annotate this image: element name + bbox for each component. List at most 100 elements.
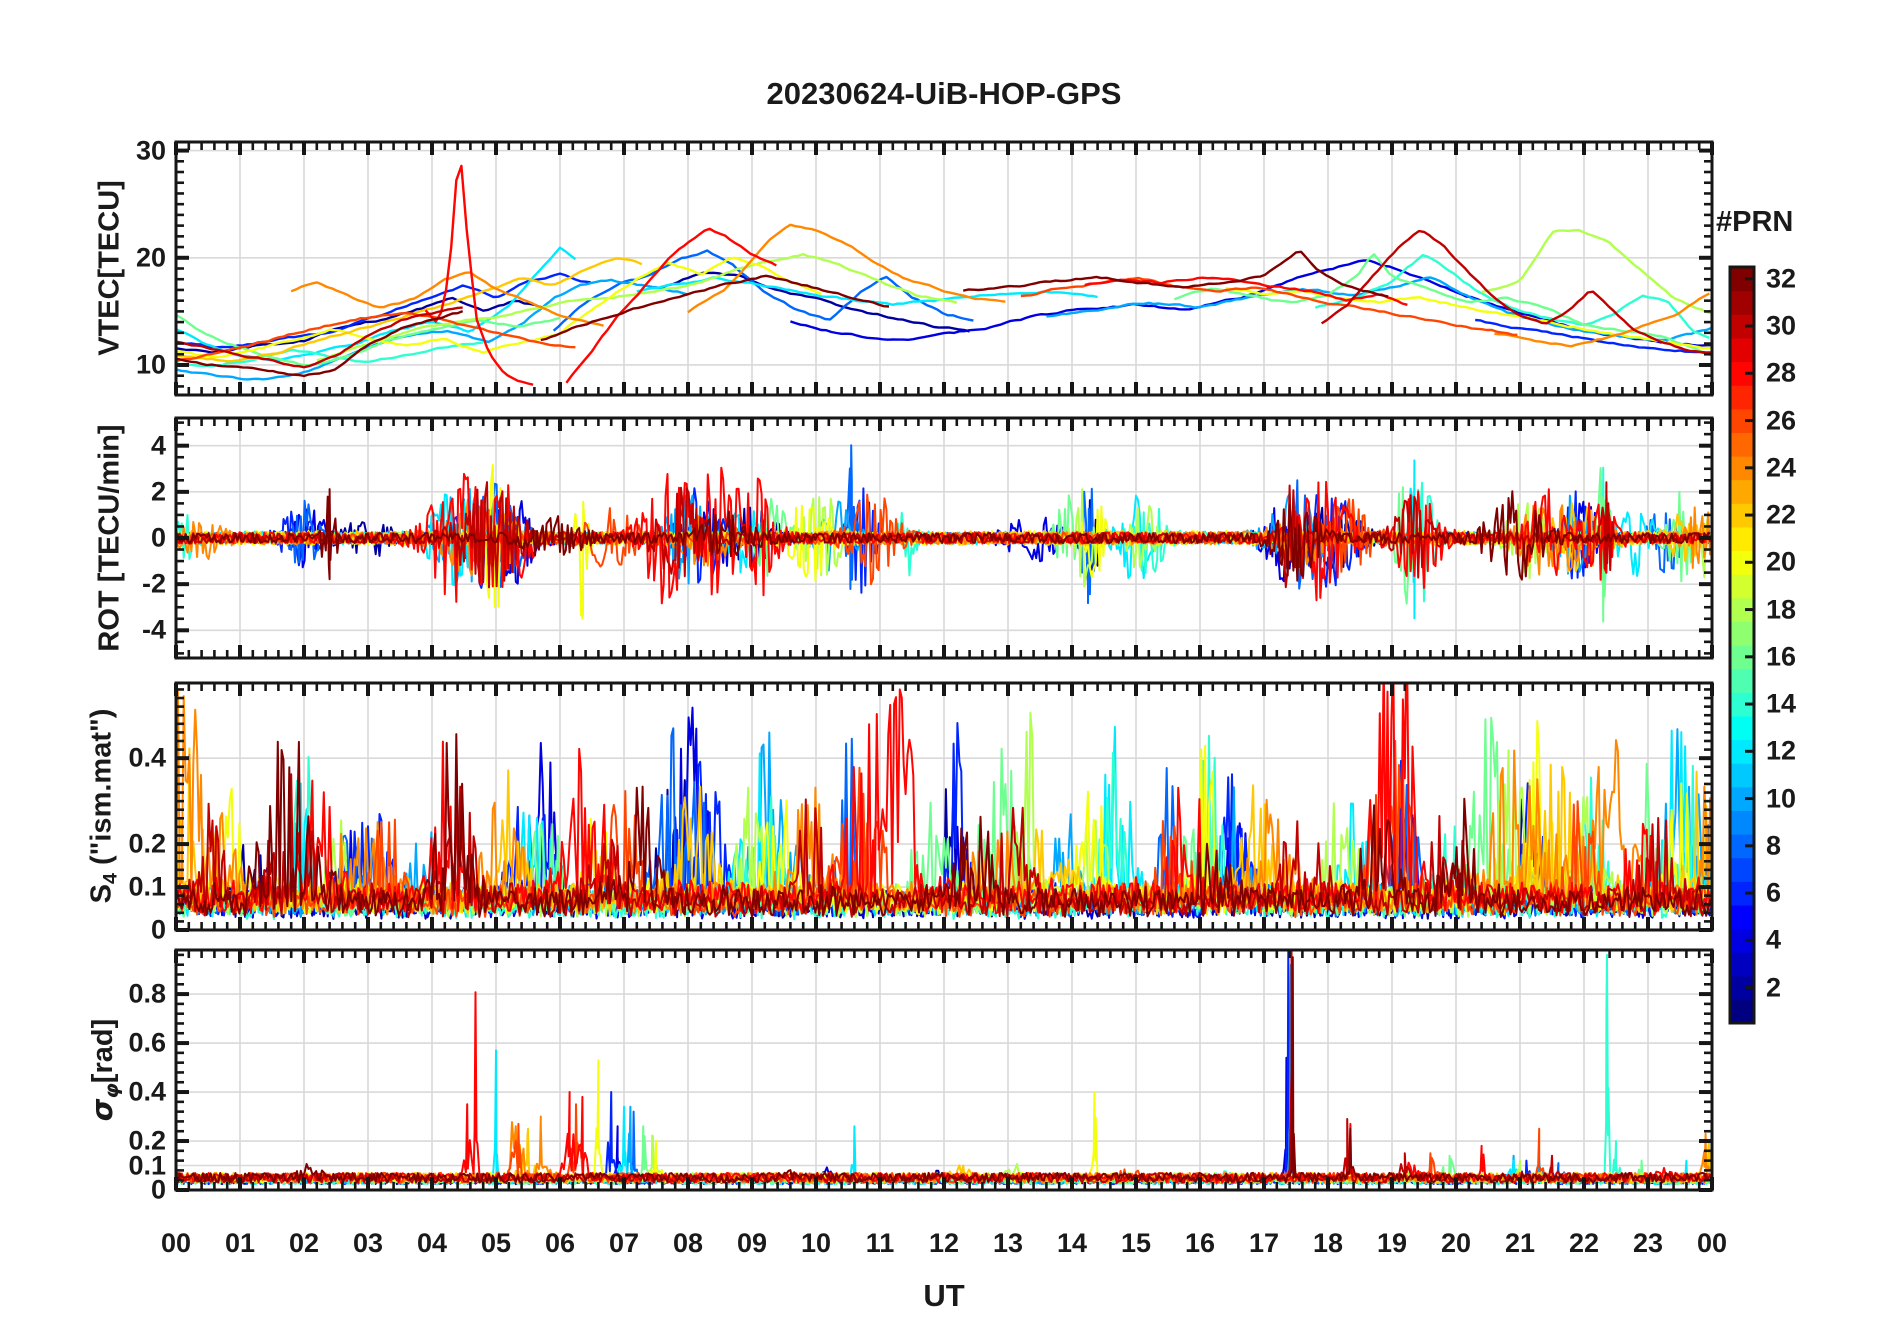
colorbar-segment [1730,479,1754,504]
y-axis-label-sigma-phi-text: σ [85,1098,120,1122]
series-s4 [176,683,1712,921]
colorbar-segment [1730,432,1754,457]
colorbar-segment [1730,668,1754,693]
colorbar-tick-label: 18 [1766,594,1797,625]
colorbar-segment [1730,526,1754,552]
x-tick-label: 21 [1504,1228,1536,1258]
colorbar-segment [1730,574,1754,599]
x-tick-label: 12 [928,1228,960,1258]
colorbar-tick-label: 26 [1766,405,1797,436]
y-tick-label-s4: 0 [150,914,166,945]
colorbar [1728,265,1756,1025]
x-tick-label: 00 [1696,1228,1728,1258]
series-prn-8 [176,444,1711,605]
series-prn-30 [176,950,1711,1184]
colorbar-segment [1730,952,1754,977]
x-tick-label: 16 [1184,1228,1216,1258]
x-tick-label: 08 [672,1228,704,1258]
y-axis-label-sigma-phi: σφ[rad] [85,1018,123,1122]
panel-sigma_phi [174,948,1714,1192]
colorbar-tick-label: 16 [1766,641,1797,672]
x-tick-label: 05 [480,1228,512,1258]
colorbar-segment [1730,999,1754,1024]
panel-s4 [174,681,1714,932]
series-prn-4 [790,259,1712,347]
x-tick-label: 23 [1632,1228,1664,1258]
x-tick-label: 06 [544,1228,576,1258]
x-axis-label: UT [923,1278,965,1313]
y-tick-label-s4: 0.2 [128,828,166,859]
y-axis-label-vtec-text: VTEC[TECU] [93,180,126,356]
y-tick-label-sigma_phi: 0.4 [128,1076,166,1107]
x-tick-label: 04 [416,1228,448,1258]
colorbar-segment [1730,621,1754,646]
y-tick-label-rot: -4 [141,614,166,645]
x-tick-label: 13 [992,1228,1024,1258]
colorbar-tick-label: 22 [1766,499,1797,530]
series-prn-14 [176,953,1711,1186]
x-tick-label: 11 [865,1228,895,1258]
colorbar-segment [1730,715,1754,741]
chart-title: 20230624-UiB-HOP-GPS [766,76,1122,111]
y-tick-label-sigma_phi: 0.6 [128,1027,166,1058]
y-axis-label-vtec: VTEC[TECU] [94,180,131,356]
x-tick-label: 02 [288,1228,320,1258]
y-tick-label-vtec: 30 [135,135,166,166]
colorbar-segment [1730,290,1754,315]
y-tick-label-rot: 2 [150,476,166,507]
y-tick-label-vtec: 20 [135,242,166,273]
x-tick-label: 15 [1120,1228,1152,1258]
series-sigma_phi [176,950,1712,1186]
colorbar-segment [1730,857,1754,882]
series-prn-32 [176,956,1711,1184]
y-tick-label-sigma_phi: 0.8 [128,978,166,1009]
colorbar-tick-label: 32 [1766,263,1797,294]
panel-vtec [174,140,1714,397]
y-axis-label-rot-text: ROT [TECU/min] [93,424,126,652]
figure-canvas [174,140,1756,1192]
colorbar-segment [1730,763,1754,788]
y-tick-label-rot: 4 [150,430,166,461]
colorbar-tick-label: 4 [1766,924,1782,955]
x-tick-label: 01 [224,1228,256,1258]
x-tick-label: 10 [800,1228,832,1258]
x-tick-label: 00 [160,1228,192,1258]
colorbar-tick-label: 12 [1766,735,1797,766]
y-tick-label-s4: 0.1 [128,871,166,902]
colorbar-tick-label: 10 [1766,783,1797,814]
x-tick-label: 22 [1568,1228,1600,1258]
colorbar-segment [1730,810,1754,835]
series-prn-16 [1174,253,1712,357]
y-axis-label-s4-text: S [85,884,118,904]
x-tick-label: 18 [1312,1228,1344,1258]
series-prn-6 [176,950,1711,1186]
colorbar-tick-label: 2 [1766,972,1782,1003]
y-tick-label-s4: 0.4 [128,742,166,773]
colorbar-segment [1730,904,1754,930]
colorbar-tick-label: 20 [1766,546,1797,577]
x-tick-label: 09 [736,1228,768,1258]
y-tick-label-vtec: 10 [135,349,166,380]
y-tick-label-rot: 0 [150,522,166,553]
colorbar-tick-label: 28 [1766,357,1797,388]
grid-vtec [176,142,1712,395]
y-tick-label-rot: -2 [141,568,166,599]
colorbar-tick-label: 30 [1766,310,1797,341]
series-prn-28 [176,991,1712,1184]
series-prn-10 [176,963,1712,1186]
y-axis-label-s4: S4 ("ism.mat") [85,708,122,904]
colorbar-segment [1730,385,1754,410]
x-tick-label: 19 [1376,1228,1408,1258]
figure: 20230624-UiB-HOP-GPS UT VTEC[TECU] ROT [… [0,0,1902,1330]
series-rot [176,444,1712,623]
x-tick-label: 03 [352,1228,384,1258]
x-tick-label: 07 [608,1228,640,1258]
colorbar-tick-label: 24 [1766,452,1797,483]
colorbar-segment [1730,337,1754,363]
y-tick-label-sigma_phi: 0.2 [128,1125,166,1156]
colorbar-tick-label: 8 [1766,830,1782,861]
colorbar-title: #PRN [1716,206,1794,238]
colorbar-tick-label: 6 [1766,877,1782,908]
x-tick-label: 14 [1056,1228,1088,1258]
colorbar-tick-label: 14 [1766,688,1797,719]
